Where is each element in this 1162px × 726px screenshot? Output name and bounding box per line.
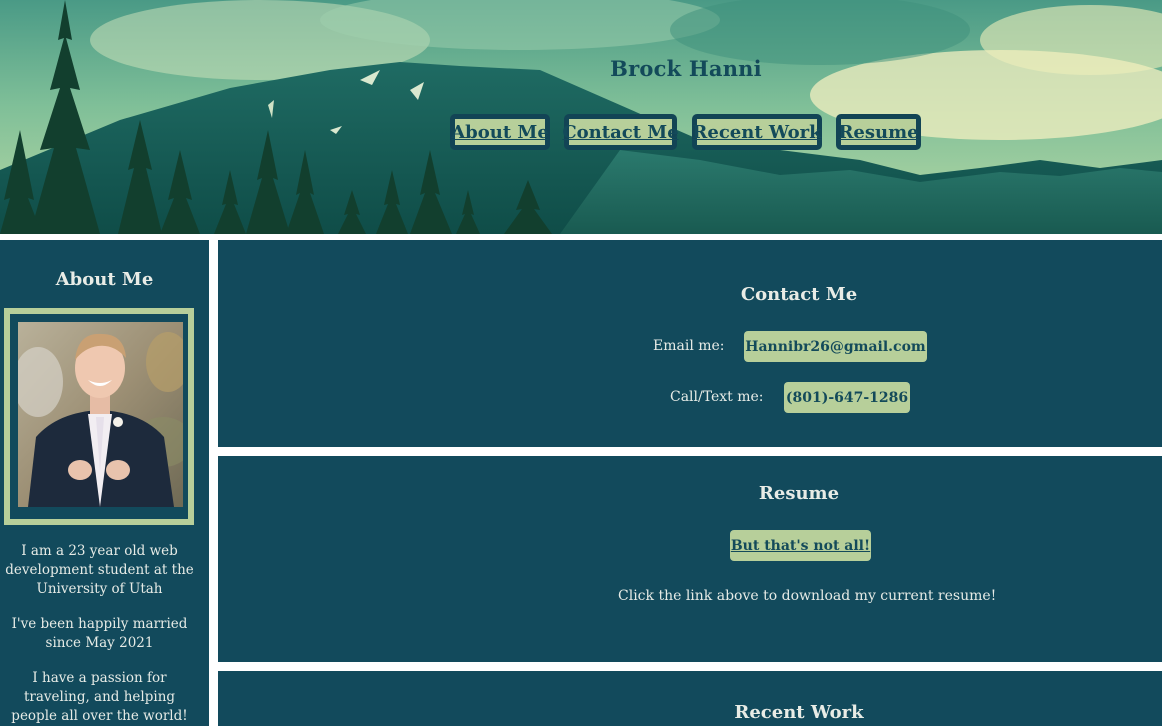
bio-paragraph: I am a 23 year old web development stude… (5, 543, 194, 597)
resume-description: Click the link above to download my curr… (618, 588, 997, 604)
contact-section: Contact Me Email me: Hannibr26@gmail.com… (218, 240, 1162, 447)
recent-work-heading: Recent Work (734, 702, 864, 723)
site-title: Brock Hanni (610, 56, 762, 81)
resume-download-link[interactable]: But that's not all! (730, 530, 871, 561)
main-nav: About Me Contact Me Recent Work Resume (0, 114, 1162, 150)
recent-work-section: Recent Work (218, 671, 1162, 726)
about-me-heading: About Me (55, 269, 154, 290)
phone-label: Call/Text me: (670, 389, 764, 405)
email-label: Email me: (653, 338, 725, 354)
phone-link[interactable]: (801)-647-1286 (784, 382, 910, 413)
resume-section: Resume But that's not all! Click the lin… (218, 456, 1162, 662)
resume-heading: Resume (758, 483, 840, 504)
bio-paragraph: I've been happily married since May 2021 (11, 616, 188, 651)
profile-photo (18, 322, 183, 507)
bio-text: I am a 23 year old web development stude… (0, 542, 199, 726)
contact-heading: Contact Me (740, 284, 858, 305)
bio-paragraph: I have a passion for traveling, and help… (11, 670, 188, 724)
hero-banner: Brock Hanni About Me Contact Me Recent W… (0, 0, 1162, 234)
about-me-sidebar: About Me I am a 23 year old web developm… (0, 240, 209, 726)
email-link[interactable]: Hannibr26@gmail.com (744, 331, 927, 362)
nav-resume-button[interactable]: Resume (836, 114, 921, 150)
nav-about-me-button[interactable]: About Me (450, 114, 550, 150)
nav-recent-work-button[interactable]: Recent Work (692, 114, 822, 150)
nav-contact-me-button[interactable]: Contact Me (562, 114, 679, 150)
profile-photo-frame (4, 308, 194, 525)
